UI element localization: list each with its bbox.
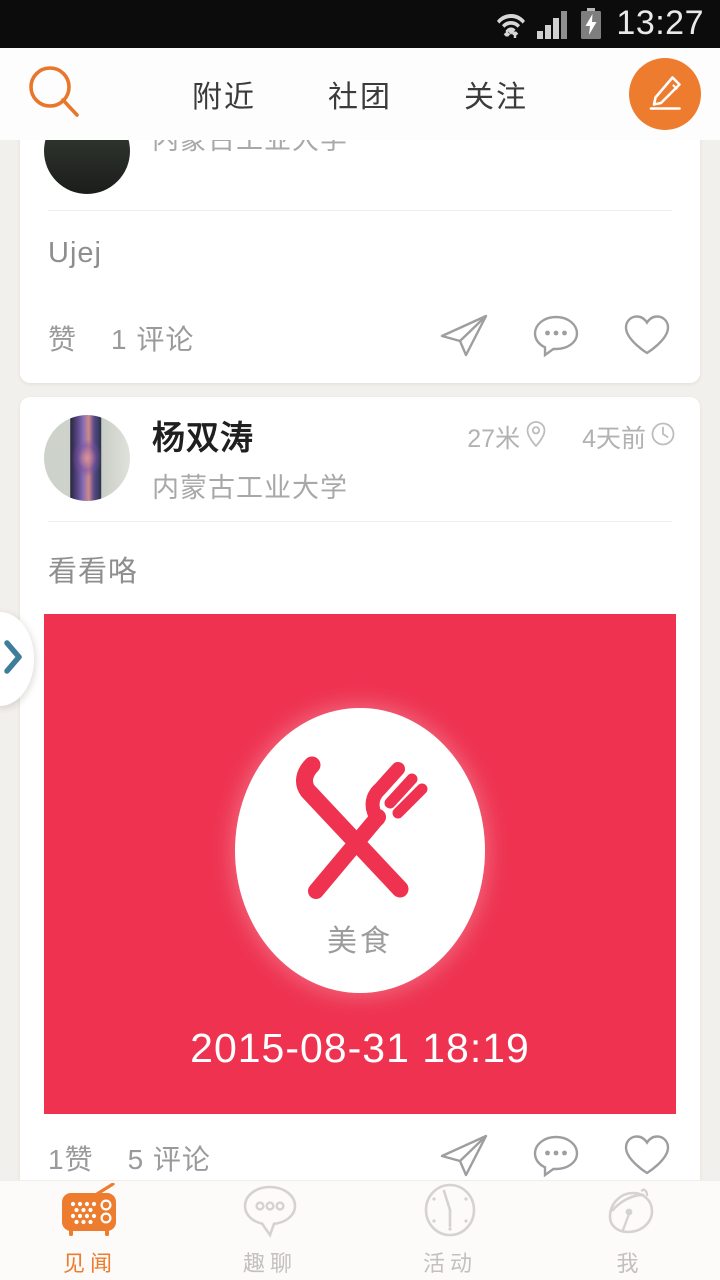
nav-label-chat: 趣聊	[242, 1251, 297, 1276]
battery-charging-icon	[580, 8, 602, 40]
post-text: 看看咯	[48, 556, 139, 589]
photo-date: 2015-08-31 18:19	[190, 1025, 530, 1072]
nav-item-chat[interactable]: 趣聊	[180, 1183, 360, 1278]
avatar[interactable]	[44, 415, 130, 501]
search-button[interactable]	[0, 61, 110, 128]
post-header: 杨双涛 内蒙古工业大学 27米 4天前	[20, 397, 700, 515]
top-bar: 附近 社团 关注	[0, 48, 720, 140]
post-distance: 27米	[467, 419, 548, 455]
compose-button-circle[interactable]	[629, 58, 701, 130]
post-card[interactable]: 内蒙古工业大学 Ujej 赞 1 评论	[20, 140, 700, 383]
post-time-text: 4天前	[582, 425, 646, 453]
post-actions: 赞 1 评论	[20, 294, 700, 383]
wifi-icon	[496, 8, 526, 40]
post-actions: 1赞 5 评论	[20, 1114, 700, 1180]
post-feed[interactable]: 内蒙古工业大学 Ujej 赞 1 评论 杨双涛 内蒙古工业大学 27米 4天前 …	[0, 140, 720, 1180]
nav-item-news[interactable]: 见闻	[0, 1182, 180, 1278]
radio-icon	[57, 1182, 123, 1244]
chat-bubble-icon	[240, 1183, 300, 1244]
nav-label-activity: 活动	[422, 1251, 477, 1276]
heart-icon[interactable]	[622, 1132, 672, 1180]
nav-item-activity[interactable]: 活动	[360, 1183, 540, 1278]
post-time: 4天前	[582, 419, 676, 455]
food-badge: 美食	[235, 707, 485, 993]
acorn-profile-icon	[598, 1183, 662, 1244]
post-text: Ujej	[48, 237, 102, 269]
like-count[interactable]: 赞	[48, 318, 77, 358]
food-badge-label: 美食	[327, 924, 393, 958]
share-paperplane-icon[interactable]	[438, 312, 490, 363]
post-meta: 27米 4天前	[467, 419, 676, 455]
share-paperplane-icon[interactable]	[438, 1132, 490, 1180]
post-school: 内蒙古工业大学	[152, 473, 348, 504]
post-distance-text: 27米	[467, 425, 521, 453]
like-count[interactable]: 1赞	[48, 1138, 94, 1178]
map-pin-icon	[524, 420, 548, 455]
search-icon	[24, 61, 86, 128]
clock-icon	[420, 1183, 480, 1244]
comment-count[interactable]: 1 评论	[111, 318, 194, 358]
tab-nearby[interactable]: 附近	[186, 68, 262, 120]
comment-count[interactable]: 5 评论	[128, 1138, 211, 1178]
nav-item-profile[interactable]: 我	[540, 1183, 720, 1278]
post-photo[interactable]: 美食 2015-08-31 18:19	[44, 614, 676, 1115]
post-header: 内蒙古工业大学	[20, 140, 700, 204]
comment-bubble-icon[interactable]	[532, 1132, 580, 1180]
status-bar: 13:27	[0, 0, 720, 48]
avatar[interactable]	[44, 140, 130, 194]
chevron-right-icon	[0, 639, 26, 680]
comment-bubble-icon[interactable]	[532, 312, 580, 363]
status-bar-clock: 13:27	[616, 4, 704, 42]
compose-button[interactable]	[610, 58, 720, 130]
post-card[interactable]: 杨双涛 内蒙古工业大学 27米 4天前 看看咯 美食 2015-08-31 18…	[20, 397, 700, 1180]
post-school: 内蒙古工业大学	[152, 140, 348, 155]
heart-icon[interactable]	[622, 312, 672, 363]
clock-icon	[650, 421, 676, 454]
compose-pencil-icon	[644, 71, 686, 118]
nav-label-news: 见闻	[62, 1251, 117, 1276]
tab-clubs[interactable]: 社团	[322, 68, 398, 120]
nav-label-profile: 我	[616, 1251, 644, 1276]
top-tabs: 附近 社团 关注	[110, 68, 610, 120]
knife-and-fork-icon	[272, 741, 448, 922]
bottom-navigation: 见闻 趣聊 活动 我	[0, 1180, 720, 1280]
signal-icon	[536, 9, 570, 39]
tab-following[interactable]: 关注	[458, 68, 534, 120]
